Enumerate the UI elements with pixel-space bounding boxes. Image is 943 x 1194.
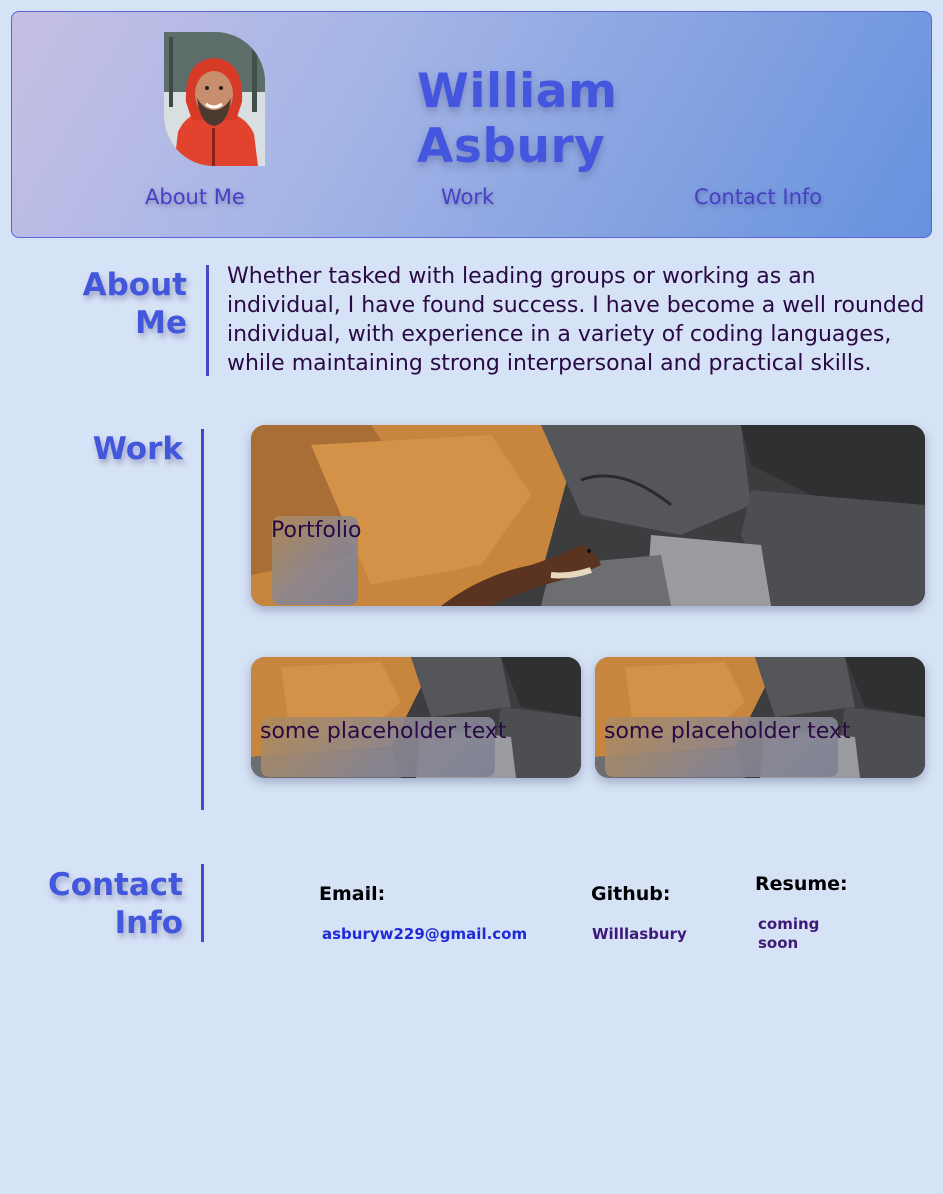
about-heading: About Me	[82, 267, 187, 341]
work-card-placeholder-2[interactable]: some placeholder text	[595, 657, 925, 778]
placeholder-label-1: some placeholder text	[260, 719, 507, 744]
contact-heading-line1: Contact	[47, 867, 183, 903]
contact-divider	[201, 864, 204, 942]
work-card-portfolio[interactable]: Portfolio	[251, 425, 925, 606]
profile-photo	[164, 32, 265, 166]
resume-value-line1: coming	[758, 915, 820, 933]
site-title: William Asbury	[417, 64, 618, 174]
about-body: Whether tasked with leading groups or wo…	[227, 264, 925, 376]
github-link[interactable]: Willlasbury	[592, 925, 687, 943]
github-label: Github:	[591, 883, 671, 905]
work-heading: Work	[92, 431, 183, 467]
resume-value-line2: soon	[758, 934, 799, 952]
email-label: Email:	[319, 883, 386, 905]
nav-work[interactable]: Work	[441, 185, 494, 209]
nav-about-me[interactable]: About Me	[145, 185, 245, 209]
email-link[interactable]: asburyw229@gmail.com	[322, 925, 527, 943]
nav-contact-info[interactable]: Contact Info	[694, 185, 822, 209]
work-card-placeholder-1[interactable]: some placeholder text	[251, 657, 581, 778]
contact-heading: Contact Info	[20, 866, 183, 942]
placeholder-label-2: some placeholder text	[604, 719, 851, 744]
site-header: William Asbury About Me Work Contact Inf…	[11, 11, 932, 238]
work-divider	[201, 429, 204, 810]
resume-label: Resume:	[755, 873, 848, 895]
about-divider	[206, 265, 209, 376]
contact-heading-line2: Info	[114, 905, 183, 941]
portfolio-label: Portfolio	[271, 518, 362, 543]
resume-value: coming soon	[758, 915, 819, 953]
